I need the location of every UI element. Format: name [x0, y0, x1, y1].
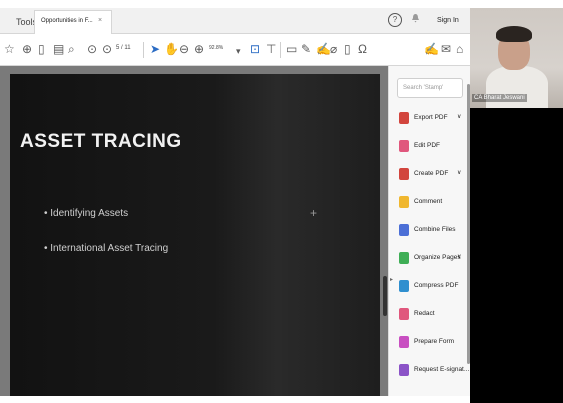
- bell-icon[interactable]: [411, 13, 420, 25]
- prepare-form-icon: [399, 336, 409, 348]
- print-icon[interactable]: ▤: [53, 42, 64, 56]
- help-icon[interactable]: ?: [388, 13, 402, 27]
- tool-label: Organize Pages: [414, 254, 461, 261]
- tool-request-esignature[interactable]: Request E-signat...: [397, 362, 469, 380]
- slide-bullet: • International Asset Tracing: [44, 243, 169, 254]
- toolbar-divider: [143, 42, 144, 58]
- scroll-mode-icon[interactable]: ⊤: [266, 42, 276, 56]
- video-panel-background: [470, 108, 563, 403]
- tools-pane: ▸ Search 'Stamp' Export PDF ∨ Edit PDF C…: [388, 66, 470, 396]
- tool-label: Export PDF: [414, 114, 448, 121]
- crosshair-cursor-icon: +: [310, 206, 318, 220]
- upload-icon[interactable]: ⊕: [22, 42, 32, 56]
- tool-label: Compress PDF: [414, 282, 459, 289]
- sign-icon[interactable]: ✍: [316, 42, 331, 56]
- zoom-minus-icon[interactable]: ⊖: [179, 42, 189, 56]
- tool-label: Prepare Form: [414, 338, 455, 345]
- chevron-down-icon[interactable]: ▾: [236, 44, 241, 58]
- star-icon[interactable]: ☆: [4, 42, 15, 56]
- tool-label: Edit PDF: [414, 142, 441, 149]
- request-esignature-icon: [399, 364, 409, 376]
- fit-page-icon[interactable]: ⊡: [250, 42, 260, 56]
- tool-label: Combine Files: [414, 226, 456, 233]
- document-viewer[interactable]: ASSET TRACING • Identifying Assets • Int…: [0, 66, 388, 396]
- slide-bullet: • Identifying Assets: [44, 208, 129, 219]
- fill-icon[interactable]: ⌀: [330, 42, 337, 56]
- tab-bar: Tools Opportunities in F... × ? Sign In: [0, 8, 470, 34]
- chevron-down-icon[interactable]: ∨: [457, 253, 461, 260]
- redact-icon: [399, 308, 409, 320]
- sign-in-link[interactable]: Sign In: [437, 17, 459, 24]
- tool-combine-files[interactable]: Combine Files: [397, 222, 469, 240]
- tab-document-label: Opportunities in F...: [41, 18, 93, 24]
- page-up-icon[interactable]: ⊙: [87, 42, 97, 56]
- tool-edit-pdf[interactable]: Edit PDF: [397, 138, 469, 156]
- hand-icon[interactable]: ✋: [164, 42, 179, 56]
- share-icon[interactable]: ⌂: [456, 42, 463, 56]
- zoom-plus-icon[interactable]: ⊕: [194, 42, 204, 56]
- page-add-icon[interactable]: ▯: [38, 42, 45, 56]
- bottom-strip: [0, 396, 470, 403]
- tool-redact[interactable]: Redact: [397, 306, 469, 324]
- sign-right-icon[interactable]: ✍: [424, 42, 439, 56]
- delete-icon[interactable]: ▯: [344, 42, 351, 56]
- page-down-icon[interactable]: ⊙: [102, 42, 112, 56]
- tool-label: Request E-signat...: [414, 366, 470, 373]
- pdf-page[interactable]: ASSET TRACING • Identifying Assets • Int…: [10, 74, 380, 396]
- collapse-pane-icon[interactable]: ▸: [390, 276, 393, 283]
- create-pdf-icon: [399, 168, 409, 180]
- pointer-icon[interactable]: ➤: [150, 42, 160, 56]
- close-icon[interactable]: ×: [98, 17, 102, 24]
- tools-search-input[interactable]: Search 'Stamp': [397, 78, 463, 98]
- compress-pdf-icon: [399, 280, 409, 292]
- chevron-down-icon[interactable]: ∨: [457, 169, 461, 176]
- participant-hair: [496, 26, 532, 42]
- tool-export-pdf[interactable]: Export PDF ∨: [397, 110, 469, 128]
- pen-icon[interactable]: ✎: [301, 42, 311, 56]
- chevron-down-icon[interactable]: ∨: [457, 113, 461, 120]
- participant-video: CA Bharat Jeswani: [470, 8, 563, 108]
- tool-compress-pdf[interactable]: Compress PDF: [397, 278, 469, 296]
- toolbar: ☆ ⊕ ▯ ▤ ⌕ ⊙ ⊙ 5 / 11 ➤ ✋ ⊖ ⊕ 92.8% ▾ ⊡ ⊤…: [0, 34, 470, 66]
- zoom-out-icon[interactable]: ⌕: [68, 42, 75, 56]
- mail-icon[interactable]: ✉: [441, 42, 451, 56]
- combine-files-icon: [399, 224, 409, 236]
- tool-create-pdf[interactable]: Create PDF ∨: [397, 166, 469, 184]
- tool-label: Redact: [414, 310, 435, 317]
- comment-icon: [399, 196, 409, 208]
- toolbar-divider: [280, 42, 281, 58]
- audio-icon[interactable]: Ω: [358, 42, 367, 56]
- document-scrollbar[interactable]: [383, 276, 387, 316]
- organize-pages-icon: [399, 252, 409, 264]
- tool-label: Comment: [414, 198, 443, 205]
- tool-label: Create PDF: [414, 170, 449, 177]
- slide-title: ASSET TRACING: [20, 131, 182, 152]
- page-indicator[interactable]: 5 / 11: [116, 45, 131, 51]
- comment-icon[interactable]: ▭: [286, 42, 297, 56]
- tab-document[interactable]: Opportunities in F... ×: [34, 10, 112, 34]
- tool-comment[interactable]: Comment: [397, 194, 469, 212]
- edit-pdf-icon: [399, 140, 409, 152]
- zoom-level[interactable]: 92.8%: [209, 45, 223, 51]
- export-pdf-icon: [399, 112, 409, 124]
- participant-name: CA Bharat Jeswani: [472, 94, 527, 102]
- tool-organize-pages[interactable]: Organize Pages ∨: [397, 250, 469, 268]
- tool-prepare-form[interactable]: Prepare Form: [397, 334, 469, 352]
- screen: { "tabbar": { "tools_label": "Tools", "d…: [0, 0, 563, 403]
